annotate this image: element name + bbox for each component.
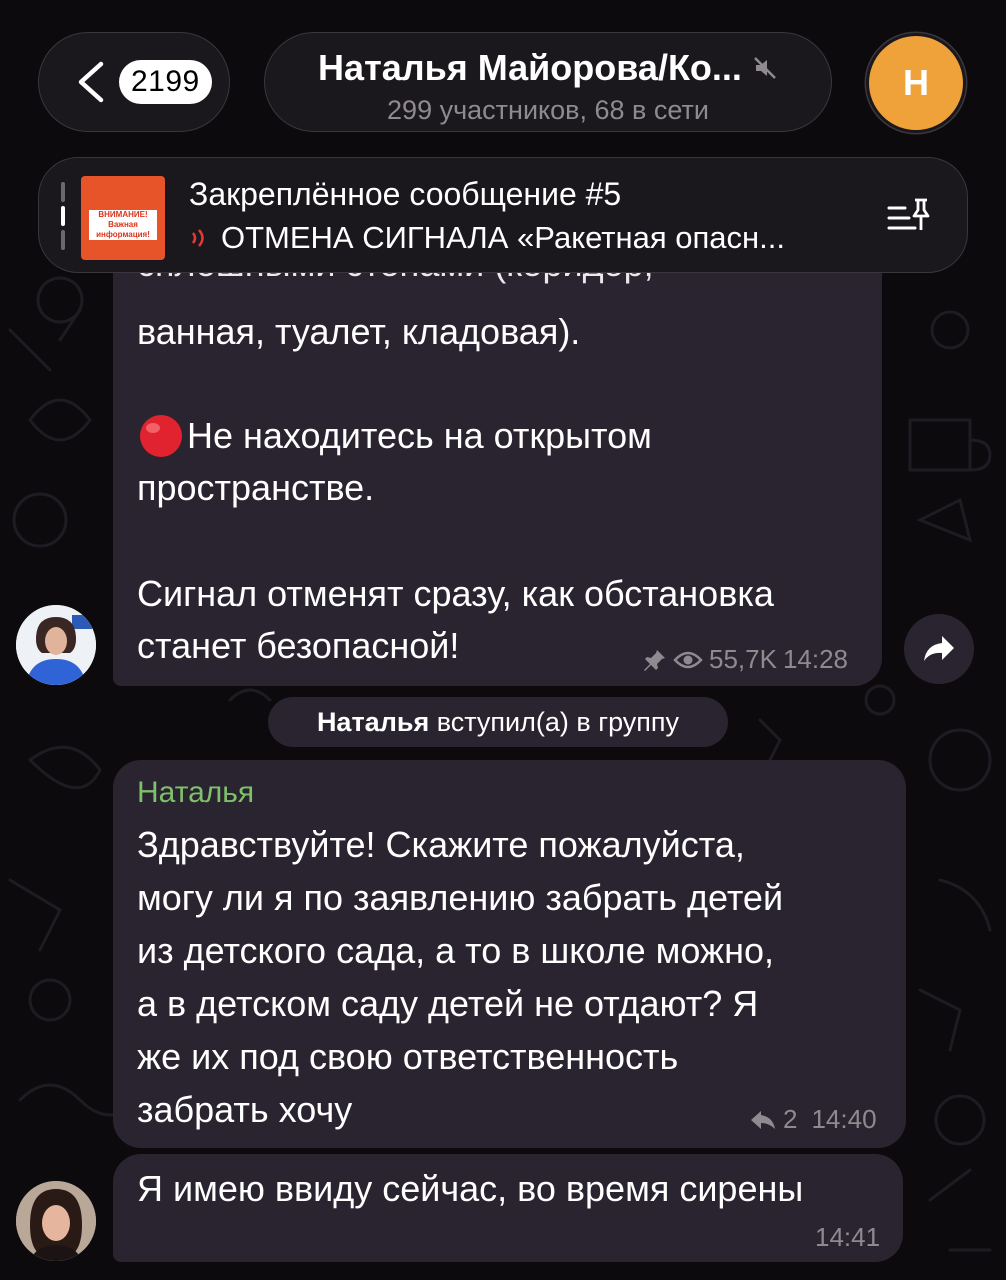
message-text-line: Не находитесь на открытом (187, 415, 652, 456)
back-button[interactable]: 2199 (38, 32, 230, 132)
pinned-position-indicator (61, 182, 65, 250)
chat-avatar[interactable]: Н (866, 33, 966, 133)
message-meta: 2 14:40 (749, 1104, 877, 1135)
message-bubble[interactable]: сплошными стенами (коридор, ванная, туал… (113, 232, 882, 686)
message-bubble[interactable]: Я имею ввиду сейчас, во время сирены 14:… (113, 1154, 903, 1262)
service-user-name[interactable]: Наталья (317, 707, 429, 737)
reply-count: 2 (783, 1104, 798, 1134)
sender-avatar[interactable] (16, 605, 96, 685)
sound-wave-icon (191, 229, 204, 247)
pinned-title: Закреплённое сообщение #5 (189, 176, 622, 212)
message-text-line: пространстве. (137, 467, 375, 508)
message-text: Я имею ввиду сейчас, во время сирены (137, 1168, 804, 1209)
views-count: 55,7K (709, 644, 777, 674)
sender-name[interactable]: Наталья (137, 776, 254, 810)
chat-header[interactable]: Наталья Майорова/Ко... 299 участников, 6… (264, 32, 832, 132)
share-button[interactable] (904, 614, 974, 684)
message-time: 14:28 (782, 644, 849, 674)
message-time: 14:40 (811, 1104, 877, 1134)
message-time: 14:41 (815, 1222, 881, 1252)
message-text-line: ванная, туалет, кладовая). (137, 311, 581, 352)
pin-list-icon[interactable] (885, 196, 933, 236)
service-action-text: вступил(а) в группу (436, 707, 680, 737)
message-meta: 55,7K 14:28 (643, 644, 848, 675)
chevron-left-icon (78, 61, 104, 103)
chat-subtitle: 299 участников, 68 в сети (387, 95, 709, 125)
pinned-text: ОТМЕНА СИГНАЛА «Ракетная опасн... (221, 220, 785, 255)
message-text: Здравствуйте! Скажите пожалуйста, могу л… (137, 824, 784, 1130)
message-bubble[interactable]: Наталья Здравствуйте! Скажите пожалуйста… (113, 760, 906, 1148)
red-circle-emoji (140, 415, 182, 457)
muted-icon (754, 57, 776, 79)
sender-photo (16, 1181, 96, 1261)
pinned-message-bar[interactable]: ВНИМАНИЕ! Важная информация! Закреплённо… (38, 157, 968, 273)
pin-icon (644, 649, 665, 671)
sender-photo (16, 605, 96, 685)
thumbnail-label: ВНИМАНИЕ! Важная информация! (89, 210, 157, 240)
message-meta: 14:41 (815, 1222, 880, 1253)
share-arrow-icon (924, 636, 954, 661)
service-message: Наталья вступил(а) в группу (268, 697, 728, 747)
sender-avatar[interactable] (16, 1181, 96, 1261)
unread-count-badge: 2199 (119, 60, 212, 104)
message-text-line: станет безопасной! (137, 625, 460, 666)
pinned-thumbnail: ВНИМАНИЕ! Важная информация! (81, 176, 165, 260)
chat-title: Наталья Майорова/Ко... (318, 47, 742, 88)
message-text-line: Сигнал отменят сразу, как обстановка (137, 573, 774, 614)
reply-icon[interactable] (749, 1109, 777, 1131)
avatar-letter: Н (903, 62, 929, 103)
eye-icon (673, 651, 703, 668)
